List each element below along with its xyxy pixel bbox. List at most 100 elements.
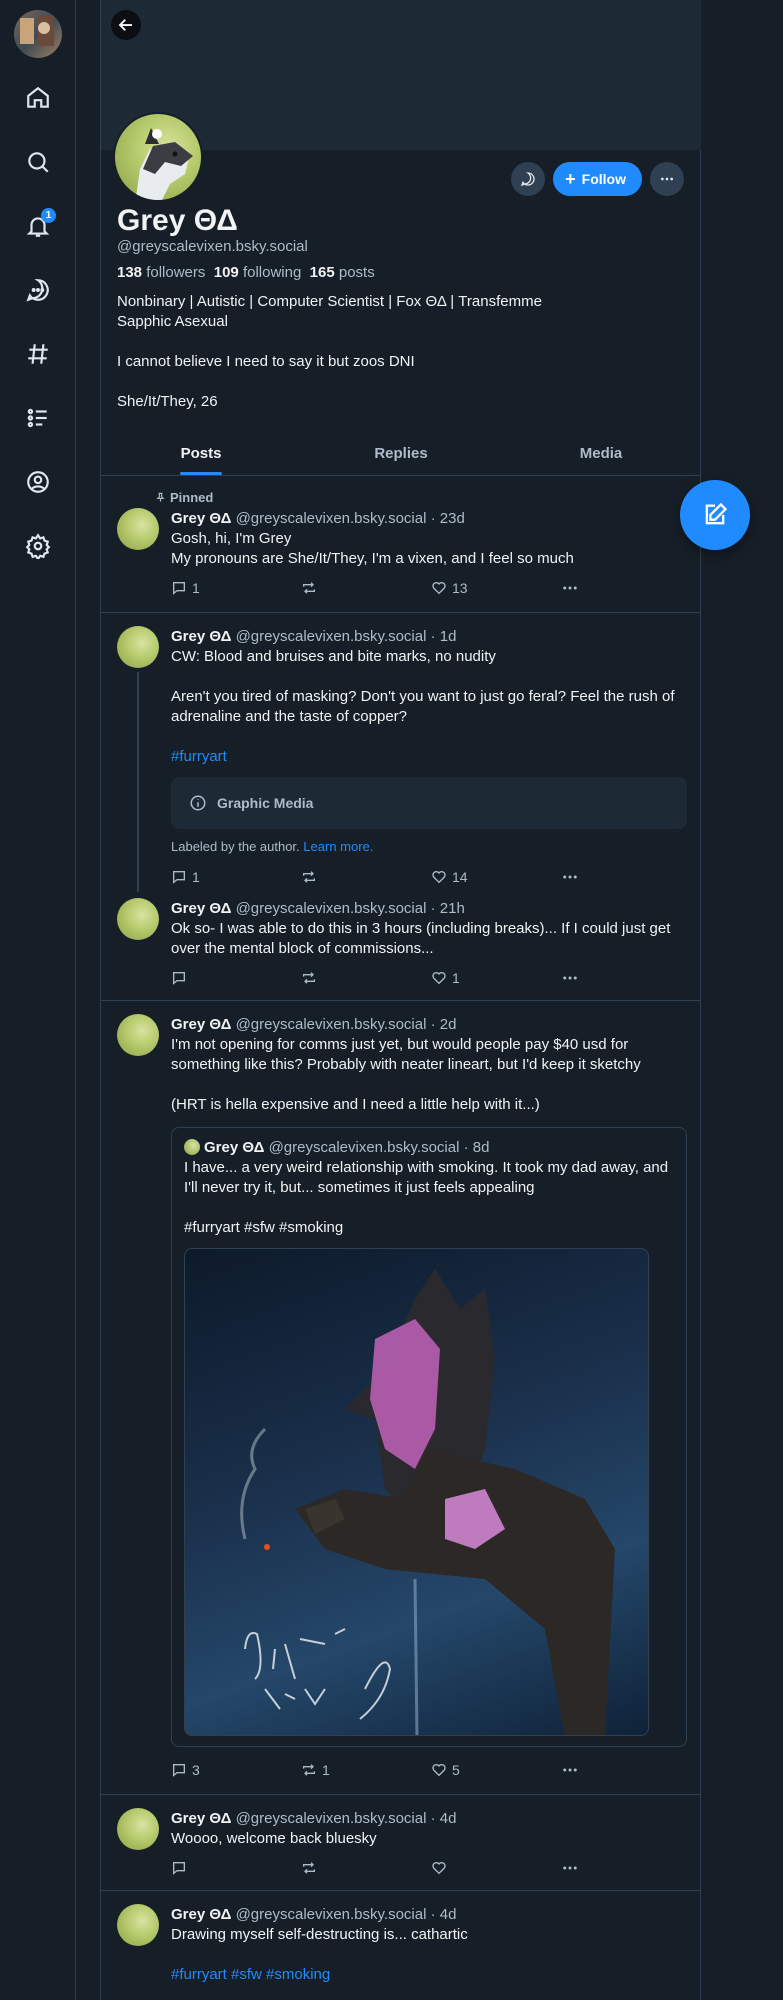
post-more-icon[interactable] [561,1859,579,1877]
post-text: Woooo, welcome back bluesky [171,1830,377,1847]
like-button[interactable]: 13 [431,580,561,596]
post-text: Drawing myself self-destructing is... ca… [171,1926,468,1943]
reply-icon [173,871,185,884]
post-hashtags[interactable]: #furryart #sfw #smoking [171,1965,687,1985]
heart-icon [432,1764,446,1777]
repost-icon [303,871,315,883]
heart-icon [432,871,446,884]
more-options-icon[interactable] [650,162,684,196]
post-avatar[interactable] [117,1808,159,1850]
like-button[interactable]: 5 [431,1762,561,1778]
learn-more-link[interactable]: Learn more. [303,839,373,854]
post-meta: Grey ΘΔ @greyscalevixen.bsky.social · 23… [171,510,465,527]
post-text: CW: Blood and bruises and bite marks, no… [171,648,675,725]
post-more-icon[interactable] [561,868,579,886]
post-meta: Grey ΘΔ @greyscalevixen.bsky.social · 21… [171,900,465,917]
post-controls [171,1857,687,1879]
post-text: Gosh, hi, I'm Grey My pronouns are She/I… [171,530,574,567]
repost-button[interactable]: 1 [301,1762,431,1778]
reply-button[interactable]: 1 [171,580,301,596]
post-avatar[interactable] [117,626,159,668]
settings-gear-icon[interactable] [18,526,58,566]
tab-replies[interactable]: Replies [301,432,501,475]
home-icon[interactable] [18,78,58,118]
compose-post-button[interactable] [680,480,750,550]
current-user-avatar[interactable] [14,10,62,58]
reply-icon [173,582,185,595]
profile-actions: + Follow [511,162,684,196]
following-link[interactable]: 109 following [214,264,302,281]
repost-icon [303,582,315,594]
post-more-icon[interactable] [561,969,579,987]
message-icon[interactable] [511,162,546,196]
post-meta: Grey ΘΔ @greyscalevixen.bsky.social · 4d [171,1906,457,1923]
heart-icon [432,1862,446,1875]
like-button[interactable] [431,1860,561,1876]
post-avatar[interactable] [117,508,159,550]
post-meta: Grey ΘΔ @greyscalevixen.bsky.social · 1d [171,628,457,645]
quoted-post[interactable]: Grey ΘΔ @greyscalevixen.bsky.social · 8d… [171,1127,687,1747]
heart-icon [432,972,446,985]
post-avatar[interactable] [117,1904,159,1946]
post-more-icon[interactable] [561,579,579,597]
posts-count: 165 posts [309,264,375,281]
chat-icon[interactable] [18,270,58,310]
quote-meta: Grey ΘΔ @greyscalevixen.bsky.social · 8d [184,1138,674,1158]
profile-tabs: Posts Replies Media [101,432,701,476]
reply-icon [173,972,185,985]
reply-button[interactable]: 3 [171,1762,301,1778]
post-text: Ok so- I was able to do this in 3 hours … [171,920,671,957]
post-hashtags[interactable]: #furryart [171,747,687,767]
reply-button[interactable]: 1 [171,869,301,885]
profile-display-name: Grey ΘΔ [117,204,238,237]
follow-button[interactable]: + Follow [553,162,642,196]
post[interactable]: Grey ΘΔ @greyscalevixen.bsky.social · 4d… [101,1890,701,2000]
post-controls: 1 13 [171,577,687,599]
followers-link[interactable]: 138 followers [117,264,205,281]
post[interactable]: Grey ΘΔ @greyscalevixen.bsky.social · 21… [101,892,701,1000]
back-arrow-icon[interactable] [111,10,141,40]
post-text: I'm not opening for comms just yet, but … [171,1036,641,1113]
reply-button[interactable] [171,1860,301,1876]
pinned-post[interactable]: Pinned Grey ΘΔ @greyscalevixen.bsky.soci… [101,476,701,612]
profile-handle: @greyscalevixen.bsky.social [117,238,308,255]
post-controls: 1 14 [171,866,687,888]
reply-button[interactable] [171,970,301,986]
like-button[interactable]: 14 [431,869,561,885]
profile-stats: 138 followers 109 following 165 posts [117,264,375,281]
post-controls: 1 [171,967,687,989]
post[interactable]: Grey ΘΔ @greyscalevixen.bsky.social · 2d… [101,1000,701,1794]
follow-label: Follow [581,171,626,187]
quote-text: I have... a very weird relationship with… [184,1159,669,1196]
profile-bio: Nonbinary | Autistic | Computer Scientis… [117,293,542,410]
search-icon[interactable] [18,142,58,182]
post[interactable]: Grey ΘΔ @greyscalevixen.bsky.social · 1d… [101,612,701,892]
repost-icon [303,1862,315,1874]
artwork-image[interactable] [184,1248,649,1736]
label-notice: Labeled by the author. Learn more. [171,839,374,854]
pinned-label: Pinned [155,490,213,505]
post-avatar[interactable] [117,898,159,940]
hashtag-feeds-icon[interactable] [18,334,58,374]
repost-icon [303,1764,315,1776]
tab-media[interactable]: Media [501,432,701,475]
repost-button[interactable] [301,869,431,885]
notifications-bell-icon[interactable]: 1 [18,206,58,246]
graphic-media-warning[interactable]: Graphic Media [171,777,687,829]
repost-button[interactable] [301,1860,431,1876]
post-avatar[interactable] [117,1014,159,1056]
info-icon [190,795,206,811]
quote-hashtags: #furryart #sfw #smoking [184,1219,344,1236]
post[interactable]: Grey ΘΔ @greyscalevixen.bsky.social · 4d… [101,1794,701,1890]
pin-icon [156,492,165,502]
profile-icon[interactable] [18,462,58,502]
post-more-icon[interactable] [561,1761,579,1779]
repost-button[interactable] [301,970,431,986]
post-meta: Grey ΘΔ @greyscalevixen.bsky.social · 4d [171,1810,457,1827]
like-button[interactable]: 1 [431,970,561,986]
repost-button[interactable] [301,580,431,596]
profile-avatar[interactable] [113,112,203,202]
tab-posts[interactable]: Posts [101,432,301,475]
reply-icon [173,1764,185,1777]
lists-icon[interactable] [18,398,58,438]
